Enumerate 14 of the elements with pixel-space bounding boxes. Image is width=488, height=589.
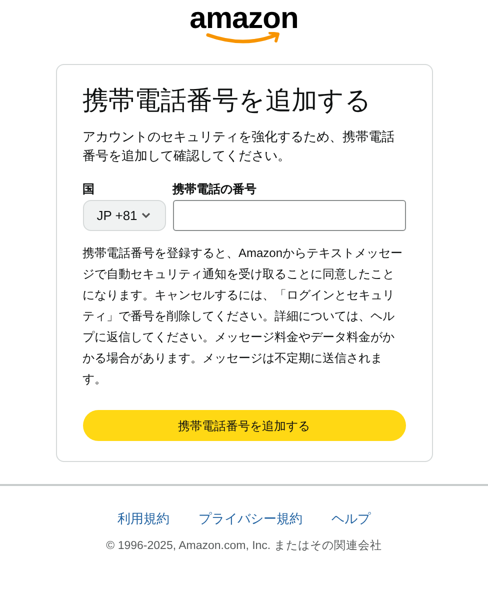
phone-input-field[interactable] bbox=[172, 200, 406, 231]
page-title: 携帯電話番号を追加する bbox=[82, 84, 372, 117]
footer-link[interactable]: ヘルプ bbox=[332, 510, 370, 528]
country-code-dropdown[interactable]: JP +81 bbox=[82, 200, 166, 231]
footer-link[interactable]: 利用規約 bbox=[118, 510, 170, 528]
copyright-text: © 1996-2025, Amazon.com, Inc. またはその関連会社 bbox=[106, 538, 382, 554]
logo-text: amazon bbox=[190, 2, 298, 36]
footer-link[interactable]: プライバシー規約 bbox=[198, 510, 302, 528]
description-text: アカウントのセキュリティを強化するため、携帯電話番号を追加して確認してください。 bbox=[82, 128, 396, 165]
phone-label: 携帯電話の番号 bbox=[172, 181, 258, 197]
country-label: 国 bbox=[82, 181, 96, 197]
notice-text: 携帯電話番号を登録すると、Amazonからテキストメッセージで自動セキュリティ通知を受け取ることに同意したことになります。キャンセルするには、「ログインとセキュリティ」で番号を削除してください。詳細については、ヘルプに返信してください。メッセージ料金やデータ料金がかかる場合があります。メッセージは不定期に送信されます。 bbox=[82, 245, 404, 388]
chevron-down-icon bbox=[141, 212, 152, 219]
add-phone-button[interactable]: 携帯電話番号を追加する bbox=[82, 410, 406, 441]
